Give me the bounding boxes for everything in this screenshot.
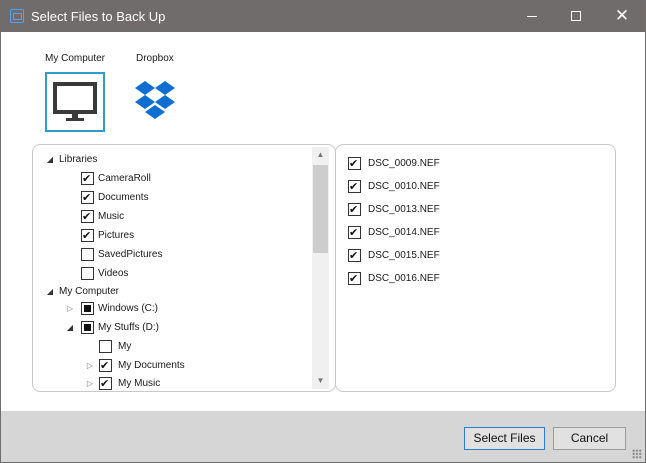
tree-node-label: Videos — [98, 268, 129, 279]
scroll-up-icon[interactable]: ▲ — [312, 147, 329, 163]
maximize-icon — [571, 11, 581, 21]
collapse-arrow-icon[interactable]: ▷ — [85, 356, 95, 375]
file-checkbox[interactable] — [348, 154, 361, 173]
dropbox-icon — [135, 81, 175, 119]
resize-grip-icon[interactable] — [632, 449, 642, 459]
source-label-my-computer: My Computer — [45, 53, 106, 64]
tree-checkbox[interactable] — [81, 207, 94, 226]
tree-node-label: Libraries — [59, 154, 98, 165]
tree-node-label: CameraRoll — [98, 173, 151, 184]
tree-checkbox[interactable] — [81, 267, 94, 280]
backup-dialog: Select Files to Back Up ✕ My Computer Dr… — [0, 0, 646, 463]
file-name: DSC_0014.NEF — [368, 227, 440, 238]
tree-node-label: Pictures — [98, 230, 135, 241]
file-name: DSC_0009.NEF — [368, 158, 440, 169]
source-label-dropbox: Dropbox — [136, 53, 174, 64]
app-icon — [10, 9, 24, 23]
source-my-computer[interactable] — [45, 72, 105, 132]
tree-checkbox[interactable] — [99, 356, 112, 375]
tree-checkbox[interactable] — [81, 169, 94, 188]
window-title: Select Files to Back Up — [31, 9, 166, 24]
tree-checkbox[interactable] — [81, 188, 94, 207]
file-name: DSC_0015.NEF — [368, 250, 440, 261]
tree-node-label: Music — [98, 211, 125, 222]
tree-node-label: My Stuffs (D:) — [98, 322, 159, 333]
file-checkbox[interactable] — [348, 246, 361, 265]
tree-checkbox[interactable] — [99, 374, 112, 391]
tree-node-label: Documents — [98, 192, 149, 203]
tree-checkbox[interactable] — [81, 302, 94, 315]
collapse-arrow-icon[interactable]: ▷ — [85, 374, 95, 391]
select-files-button[interactable]: Select Files — [464, 427, 545, 450]
tree-node-label: Windows (C:) — [98, 303, 159, 314]
scroll-down-icon[interactable]: ▼ — [312, 373, 329, 389]
file-checkbox[interactable] — [348, 223, 361, 242]
close-button[interactable]: ✕ — [599, 1, 645, 32]
file-checkbox[interactable] — [348, 200, 361, 219]
file-name: DSC_0010.NEF — [368, 181, 440, 192]
tree-checkbox[interactable] — [81, 321, 94, 334]
file-name: DSC_0016.NEF — [368, 273, 440, 284]
expand-arrow-icon[interactable]: ◢ — [45, 150, 55, 169]
tree-node-label: My Music — [118, 378, 161, 389]
title-bar[interactable]: Select Files to Back Up ✕ — [1, 1, 645, 32]
file-name: DSC_0013.NEF — [368, 204, 440, 215]
expand-arrow-icon[interactable]: ◢ — [65, 318, 75, 337]
tree-node-label: My — [118, 341, 132, 352]
minimize-icon — [527, 16, 537, 17]
monitor-icon — [53, 82, 97, 121]
file-list[interactable]: DSC_0009.NEF DSC_0010.NEF DSC_0013.NEF D… — [335, 144, 616, 392]
tree-checkbox[interactable] — [81, 226, 94, 245]
file-checkbox[interactable] — [348, 177, 361, 196]
scroll-thumb[interactable] — [313, 165, 328, 253]
tree-node-label: SavedPictures — [98, 249, 163, 260]
tree-scrollbar[interactable]: ▲ ▼ — [312, 147, 329, 389]
collapse-arrow-icon[interactable]: ▷ — [65, 299, 75, 318]
expand-arrow-icon[interactable]: ◢ — [45, 282, 55, 301]
minimize-button[interactable] — [509, 1, 555, 32]
cancel-button[interactable]: Cancel — [553, 427, 626, 450]
folder-tree[interactable]: ◢ Libraries CameraRoll Documents Music P… — [32, 144, 336, 392]
tree-node-label: My Documents — [118, 360, 185, 371]
file-checkbox[interactable] — [348, 269, 361, 288]
source-dropbox[interactable] — [125, 72, 185, 132]
dialog-footer: Select Files Cancel — [1, 411, 645, 462]
maximize-button[interactable] — [553, 1, 599, 32]
tree-checkbox[interactable] — [81, 248, 94, 261]
tree-checkbox[interactable] — [99, 340, 112, 353]
